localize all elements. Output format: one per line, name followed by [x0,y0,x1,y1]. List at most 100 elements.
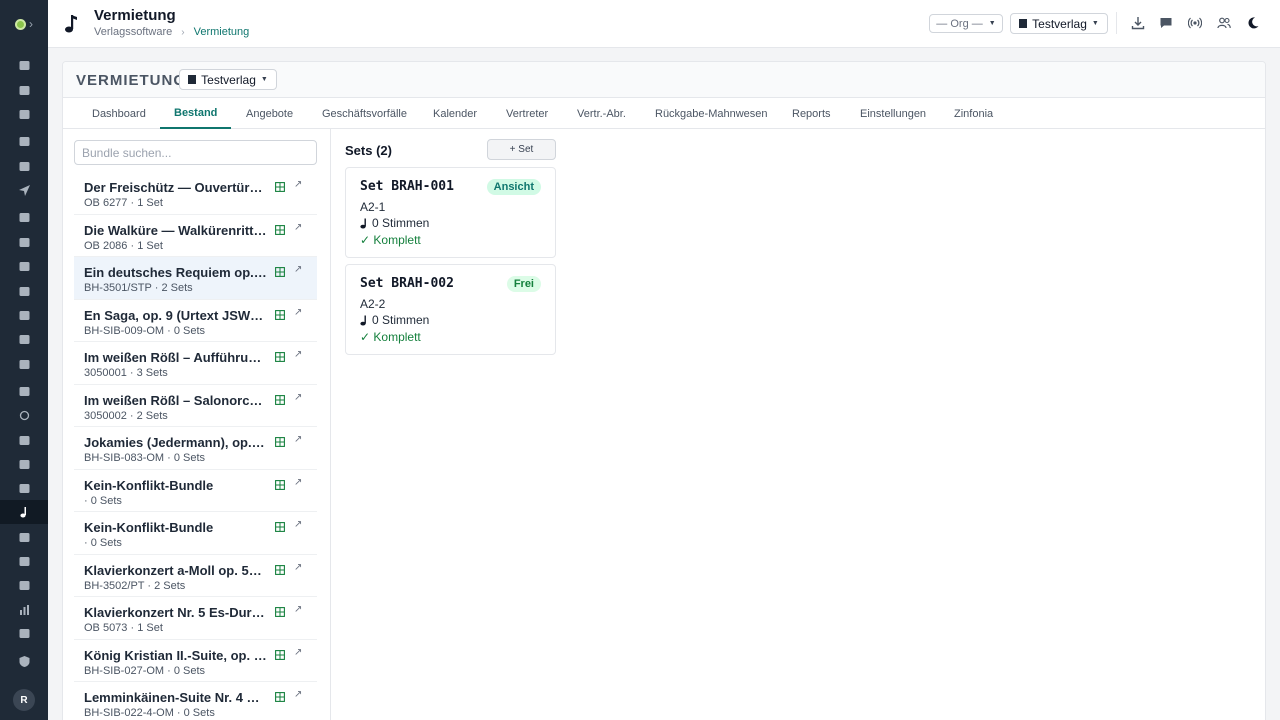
megaphone-icon [19,459,29,469]
bundle-title: Ein deutsches Requiem op. 45 — Aufführun… [84,265,267,280]
sidebar-item-chart-pie[interactable] [0,53,48,77]
broadcast-icon[interactable] [1187,15,1203,31]
bundle-list-item[interactable]: König Kristian II.-Suite, op. 27 — Orche… [74,640,317,682]
sidebar-item-feather[interactable] [0,352,48,376]
external-link-icon[interactable]: ↗ [294,264,302,275]
set-code: A2-2 [360,297,386,311]
app-logo-icon [15,18,26,30]
sidebar-item-receipt[interactable] [0,621,48,645]
grid-icon[interactable] [275,224,285,235]
tab-geschaeftsvorfaelle[interactable]: Geschäftsvorfälle [308,98,421,129]
bundle-list-item[interactable]: Klavierkonzert Nr. 5 Es-Dur — Orchesters… [74,597,317,640]
external-link-icon[interactable]: ↗ [294,647,302,658]
bundle-list-item[interactable]: Jokamies (Jedermann), op. 83 — Orchester… [74,427,317,470]
sidebar-item-send[interactable] [0,178,48,202]
tab-bestand[interactable]: Bestand [160,98,232,129]
grid-icon[interactable] [275,437,285,447]
grid-icon[interactable] [275,607,285,617]
bundle-list-item[interactable]: Im weißen Rößl – Salonorchester3050002 ·… [74,385,317,427]
grid-icon[interactable] [275,182,285,192]
sidebar-item-library[interactable] [0,230,48,254]
moon-icon[interactable] [1245,15,1261,31]
sidebar-item-group[interactable] [0,476,48,500]
set-card[interactable]: Set BRAH-002 Frei A2-2 0 Stimmen ✓ Kompl… [345,264,556,355]
external-link-icon[interactable]: ↗ [294,562,302,573]
tab-zinfonia[interactable]: Zinfonia [940,98,1007,129]
bundle-list-item[interactable]: Lemminkäinen-Suite Nr. 4 — Orchesterstim… [74,682,317,720]
add-set-button[interactable]: + Set [487,139,556,160]
sidebar-item-lightbulb[interactable] [0,205,48,229]
download-icon[interactable] [1130,15,1146,31]
tab-kalender[interactable]: Kalender [419,98,491,129]
bundle-list-item[interactable]: Kein-Konflikt-Bundle · 0 Sets ↗ [74,512,317,555]
bundle-list-item[interactable]: Kein-Konflikt-Bundle · 0 Sets ↗ [74,470,317,512]
external-link-icon[interactable]: ↗ [294,222,302,233]
grid-icon[interactable] [275,479,285,490]
users-icon[interactable] [1216,15,1232,31]
external-link-icon[interactable]: ↗ [294,307,302,318]
breadcrumb-vermietung[interactable]: Vermietung [194,26,250,38]
external-link-icon[interactable]: ↗ [294,689,302,700]
grid-icon[interactable] [275,267,285,277]
divider [1116,12,1117,34]
bundle-list-item[interactable]: Klavierkonzert a-Moll op. 54 — StimmenBH… [74,555,317,597]
document-icon [19,532,29,542]
sidebar-item-calendar[interactable] [0,78,48,102]
sidebar-item-image[interactable] [0,254,48,278]
grid-icon[interactable] [275,522,285,532]
sidebar-item-bar-chart[interactable] [0,597,48,621]
sidebar-item-music-note[interactable] [0,500,48,524]
sidebar-item-store[interactable] [0,549,48,573]
external-link-icon[interactable]: ↗ [294,519,302,530]
sidebar-item-wallet[interactable] [0,379,48,403]
app-switcher[interactable]: › [0,0,48,48]
bundle-list-item[interactable]: Im weißen Rößl – Aufführungsmaterial 3050… [74,342,317,385]
sidebar-item-tickets[interactable] [0,154,48,178]
bundle-meta: OB 6277 · 1 Set [84,197,163,209]
sidebar-item-megaphone[interactable] [0,452,48,476]
sidebar-item-briefcase[interactable] [0,279,48,303]
grid-icon[interactable] [275,649,285,660]
external-link-icon[interactable]: ↗ [294,179,302,190]
sidebar-item-shield[interactable] [0,649,48,673]
external-link-icon[interactable]: ↗ [294,604,302,615]
user-avatar[interactable]: R [13,689,35,711]
panel-verlag-select[interactable]: Testverlag ▼ [179,69,277,90]
external-link-icon[interactable]: ↗ [294,477,302,488]
bundle-list-item[interactable]: Die Walküre — Walkürenritt — Orchesterst… [74,215,317,257]
tab-reports[interactable]: Reports [778,98,845,129]
breadcrumb-verlagssoftware[interactable]: Verlagssoftware [94,26,172,38]
org-select[interactable]: — Org — ▼ [929,14,1003,33]
grid-icon[interactable] [275,352,285,362]
bundle-list-item[interactable]: Der Freischütz — Ouvertüre — Orchesterst… [74,172,317,215]
grid-icon[interactable] [275,394,285,405]
bundle-search-input[interactable] [74,140,317,165]
set-status: ✓ Komplett [360,330,421,344]
tab-vertr-abr[interactable]: Vertr.-Abr. [563,98,640,129]
sidebar-item-truck[interactable] [0,573,48,597]
external-link-icon[interactable]: ↗ [294,392,302,403]
bundle-list-item[interactable]: En Saga, op. 9 (Urtext JSW) — Orchesters… [74,300,317,342]
sidebar-item-newspaper[interactable] [0,303,48,327]
grid-icon[interactable] [275,564,285,575]
top-header: Vermietung Verlagssoftware › Vermietung … [48,0,1280,48]
bundle-list-item[interactable]: Ein deutsches Requiem op. 45 — Aufführun… [74,257,317,300]
tab-rueckgabe-mahnwesen[interactable]: Rückgabe-Mahnwesen [641,98,782,129]
chat-icon[interactable] [1158,15,1174,31]
sidebar-item-circle[interactable] [0,403,48,427]
set-card[interactable]: Set BRAH-001 Ansicht A2-1 0 Stimmen ✓ Ko… [345,167,556,258]
verlag-select[interactable]: Testverlag ▼ [1010,13,1108,34]
sidebar-item-scroll[interactable] [0,327,48,351]
grid-icon[interactable] [275,692,285,702]
sidebar-item-document[interactable] [0,525,48,549]
tab-dashboard[interactable]: Dashboard [78,98,160,129]
tab-vertreter[interactable]: Vertreter [492,98,562,129]
external-link-icon[interactable]: ↗ [294,434,302,445]
sidebar-item-bag[interactable] [0,428,48,452]
external-link-icon[interactable]: ↗ [294,349,302,360]
sidebar-item-user-edit[interactable] [0,129,48,153]
sidebar-item-board[interactable] [0,102,48,126]
tab-einstellungen[interactable]: Einstellungen [846,98,940,129]
grid-icon[interactable] [275,309,285,320]
tab-angebote[interactable]: Angebote [232,98,307,129]
